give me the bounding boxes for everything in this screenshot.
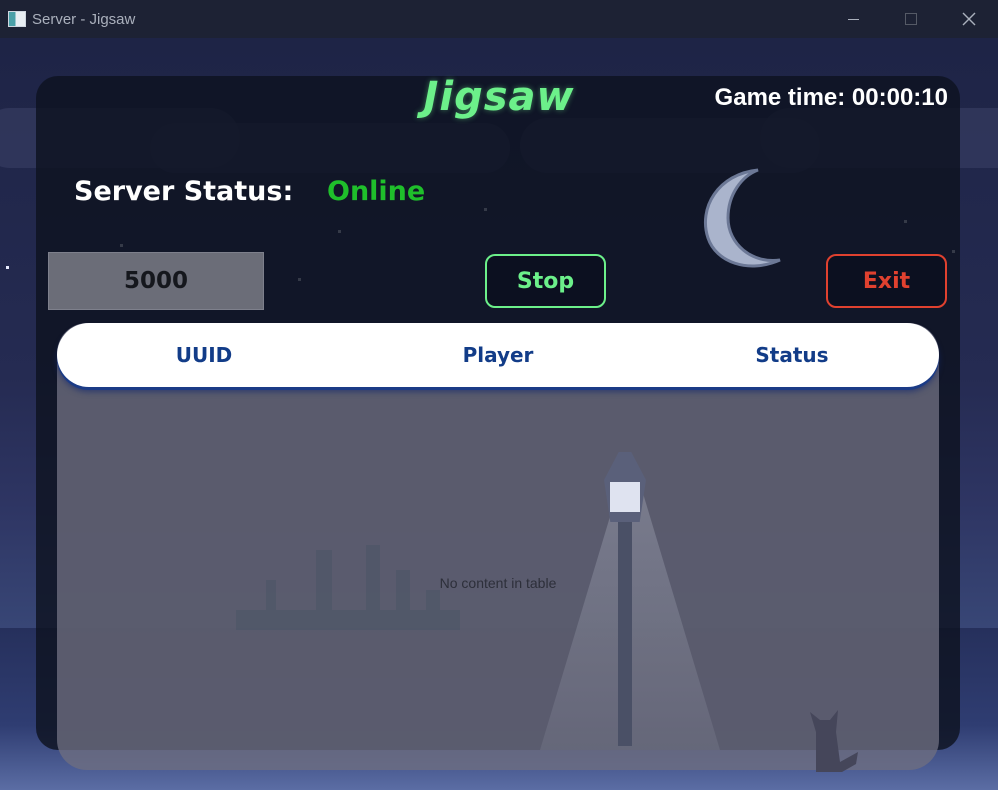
stop-button[interactable]: Stop <box>485 254 606 308</box>
minimize-button[interactable] <box>824 0 882 38</box>
star <box>6 266 9 269</box>
column-header-player[interactable]: Player <box>351 323 645 387</box>
server-status-value: Online <box>327 176 426 207</box>
lamp-light <box>610 482 640 512</box>
lamp-post <box>618 486 632 746</box>
exit-button[interactable]: Exit <box>826 254 947 308</box>
city-skyline-icon <box>236 545 460 630</box>
table-empty-message: No content in table <box>439 575 557 591</box>
close-button[interactable] <box>940 0 998 38</box>
server-app-icon <box>8 11 26 27</box>
column-header-uuid[interactable]: UUID <box>57 323 351 387</box>
table-header: UUID Player Status <box>57 323 939 387</box>
column-header-status[interactable]: Status <box>645 323 939 387</box>
server-status-label: Server Status: <box>74 176 294 207</box>
moon-icon <box>703 168 781 268</box>
window-controls <box>824 0 998 38</box>
game-time: Game time: 00:00:10 <box>714 84 948 111</box>
window-titlebar: Server - Jigsaw <box>0 0 998 38</box>
close-icon <box>962 12 976 26</box>
cat-icon <box>810 710 858 772</box>
port-input[interactable] <box>48 252 264 310</box>
window-title: Server - Jigsaw <box>32 10 136 28</box>
maximize-button[interactable] <box>882 0 940 38</box>
